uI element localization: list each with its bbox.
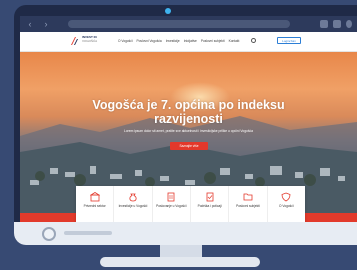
card-poslovni-subjekti[interactable]: Poslovni subjekti [229, 186, 268, 222]
checklist-icon [206, 192, 214, 202]
nav-item-o-vogosci[interactable]: O Vogošći [118, 39, 133, 43]
monitor-stand-base [100, 257, 260, 267]
card-label: Poslovanje u Vogošći [156, 204, 187, 208]
extension-icon[interactable] [320, 20, 328, 28]
card-investicije[interactable]: Investicije u Vogošći [114, 186, 153, 222]
card-poslovanje[interactable]: Poslovanje u Vogošći [153, 186, 191, 222]
logo-icon[interactable] [70, 36, 80, 46]
chevron-right-icon[interactable]: › [40, 19, 52, 29]
service-cards: Privredni sektor Investicije u Vogošći P… [76, 186, 305, 222]
logo-text[interactable]: INVEST IN VOGOŠĆA [82, 35, 108, 43]
card-label: Poslovni subjekti [236, 204, 260, 208]
folder-icon [243, 193, 253, 201]
site-header: INVEST IN VOGOŠĆA O Vogošći Poslovni Vog… [20, 32, 357, 52]
nav-item-poslovni-subjekti[interactable]: Poslovni subjekti [201, 39, 225, 43]
search-icon[interactable] [251, 38, 256, 43]
chevron-left-icon[interactable]: ‹ [24, 19, 36, 29]
hero-cta-button[interactable]: Saznajte više [170, 142, 208, 150]
card-label: Privredni sektor [83, 204, 106, 208]
building-icon [89, 192, 100, 202]
browser-toolbar: ‹ › [20, 16, 357, 32]
nav-item-investicije[interactable]: Investicije [166, 39, 180, 43]
monitor-frame: ‹ › INVEST IN VOGOŠĆA O Vogošći Poslovni… [14, 5, 357, 245]
profile-icon[interactable] [346, 20, 352, 28]
power-button[interactable] [42, 227, 56, 241]
card-privredni-sektor[interactable]: Privredni sektor [76, 186, 115, 222]
logo-subtitle: VOGOŠĆA [82, 38, 98, 43]
screen: ‹ › INVEST IN VOGOŠĆA O Vogošći Poslovni… [20, 16, 357, 222]
card-o-vogosci[interactable]: O Vogošći [268, 186, 305, 222]
money-bag-icon [129, 193, 137, 202]
nav-item-kontakt[interactable]: Kontakt [229, 39, 240, 43]
main-nav: O Vogošći Poslovni Vogošća Investicije I… [118, 39, 239, 43]
document-icon [167, 192, 175, 202]
speaker-slot [64, 231, 112, 235]
hero-title: Vogošća je 7. općina po indeksu razvijen… [92, 98, 285, 126]
login-button[interactable]: Login/Join [277, 37, 301, 44]
camera-dot [165, 8, 171, 14]
nav-item-poslovni[interactable]: Poslovni Vogošća [137, 39, 162, 43]
monitor-chin [14, 222, 357, 245]
nav-item-inicijative[interactable]: Inicijative [184, 39, 197, 43]
hero-subtitle: Lorem ipsum dolor sit amet, pratite sve … [123, 129, 253, 133]
card-label: Investicije u Vogošći [118, 204, 148, 208]
card-podrska[interactable]: Podrška i poticaji [191, 186, 230, 222]
shield-icon [281, 192, 291, 202]
menu-icon[interactable] [333, 20, 341, 28]
monitor-stand-neck [160, 245, 202, 257]
address-bar[interactable] [68, 20, 290, 28]
card-label: O Vogošći [279, 204, 294, 208]
card-label: Podrška i poticaji [197, 204, 222, 208]
